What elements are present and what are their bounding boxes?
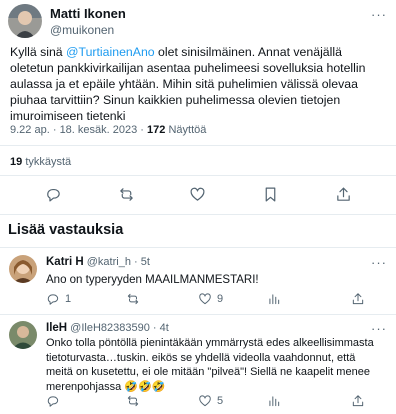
likes-stat[interactable]: 19 tykkäystä xyxy=(10,156,71,168)
reply-button[interactable] xyxy=(45,186,62,208)
author-name[interactable]: Matti Ikonen xyxy=(50,6,126,21)
reply-separator: · xyxy=(152,322,157,334)
reply-time[interactable]: 5t xyxy=(141,256,150,268)
author-handle[interactable]: @muikonen xyxy=(50,23,114,37)
like-button[interactable]: 5 xyxy=(198,394,223,408)
reply-count: 1 xyxy=(65,293,72,305)
reply-separator: · xyxy=(134,256,138,268)
share-button[interactable] xyxy=(335,186,352,208)
divider xyxy=(0,145,396,146)
likes-label: tykkäystä xyxy=(25,156,72,168)
author-avatar[interactable] xyxy=(8,4,42,38)
likes-count: 19 xyxy=(10,156,23,168)
views-button[interactable] xyxy=(267,292,286,306)
retweet-button[interactable] xyxy=(118,186,135,208)
reply-button[interactable]: 1 xyxy=(46,292,71,306)
like-button[interactable]: 9 xyxy=(198,292,223,306)
heart-icon xyxy=(199,395,211,407)
share-button[interactable] xyxy=(351,292,365,306)
views-icon xyxy=(269,396,280,407)
reply-author-name[interactable]: IleH xyxy=(46,322,67,334)
views-count: 172 xyxy=(147,124,166,136)
share-icon xyxy=(337,187,350,201)
more-options-icon[interactable]: ··· xyxy=(371,256,387,269)
reply-text: Onko tolla pöntöllä pienintäkään ymmärry… xyxy=(46,337,374,393)
retweet-button[interactable] xyxy=(126,292,145,306)
reply-icon xyxy=(47,396,59,407)
tweet-date[interactable]: 18. kesäk. 2023 xyxy=(60,124,138,136)
meta-separator: · xyxy=(140,124,144,136)
divider xyxy=(0,175,396,176)
divider xyxy=(0,314,396,315)
share-icon xyxy=(352,293,364,305)
divider xyxy=(0,247,396,248)
like-count: 5 xyxy=(217,395,224,407)
share-button[interactable] xyxy=(351,394,365,408)
tweet-time[interactable]: 9.22 ap. xyxy=(10,124,50,136)
tweet-meta: 9.22 ap. · 18. kesäk. 2023 · 172 Näyttöä xyxy=(10,124,206,136)
reply-icon xyxy=(47,294,59,305)
reply-author-handle[interactable]: @katri_h xyxy=(87,256,131,268)
meta-separator: · xyxy=(52,124,57,136)
retweet-icon xyxy=(127,293,139,305)
avatar-photo xyxy=(9,321,37,349)
reply-time[interactable]: 4t xyxy=(160,322,169,334)
reply-header: IleH @IleH82383590 · 4t xyxy=(46,322,169,334)
reply-icon xyxy=(47,188,60,202)
reply-button[interactable] xyxy=(46,394,65,408)
retweet-icon xyxy=(127,395,139,407)
bookmark-icon xyxy=(265,187,276,202)
more-options-icon[interactable]: ··· xyxy=(371,8,387,21)
avatar-photo xyxy=(8,4,42,38)
bookmark-button[interactable] xyxy=(262,186,279,208)
more-replies-heading: Lisää vastauksia xyxy=(8,222,124,238)
heart-icon xyxy=(199,293,211,305)
divider xyxy=(0,214,396,215)
reply-author-handle[interactable]: @IleH82383590 xyxy=(70,322,150,334)
retweet-icon xyxy=(120,188,133,201)
share-icon xyxy=(352,395,364,407)
tweet-text-part1: Kyllä sinä xyxy=(10,45,67,59)
tweet-text: Kyllä sinä @TurtiainenAno olet sinisilmä… xyxy=(10,44,384,124)
mention-link[interactable]: @TurtiainenAno xyxy=(66,45,155,59)
retweet-button[interactable] xyxy=(126,394,145,408)
reply-text: Ano on typeryyden MAAILMANMESTARI! xyxy=(46,274,259,286)
like-button[interactable] xyxy=(189,186,206,208)
reply-avatar[interactable] xyxy=(9,255,37,283)
reply-header: Katri H @katri_h · 5t xyxy=(46,256,150,268)
more-options-icon[interactable]: ··· xyxy=(371,322,387,335)
avatar-photo xyxy=(9,255,37,283)
views-icon xyxy=(269,294,280,305)
heart-icon xyxy=(190,187,205,201)
views-label: Näyttöä xyxy=(168,124,207,136)
views-button[interactable] xyxy=(267,394,286,408)
like-count: 9 xyxy=(217,293,224,305)
reply-author-name[interactable]: Katri H xyxy=(46,256,84,268)
reply-avatar[interactable] xyxy=(9,321,37,349)
